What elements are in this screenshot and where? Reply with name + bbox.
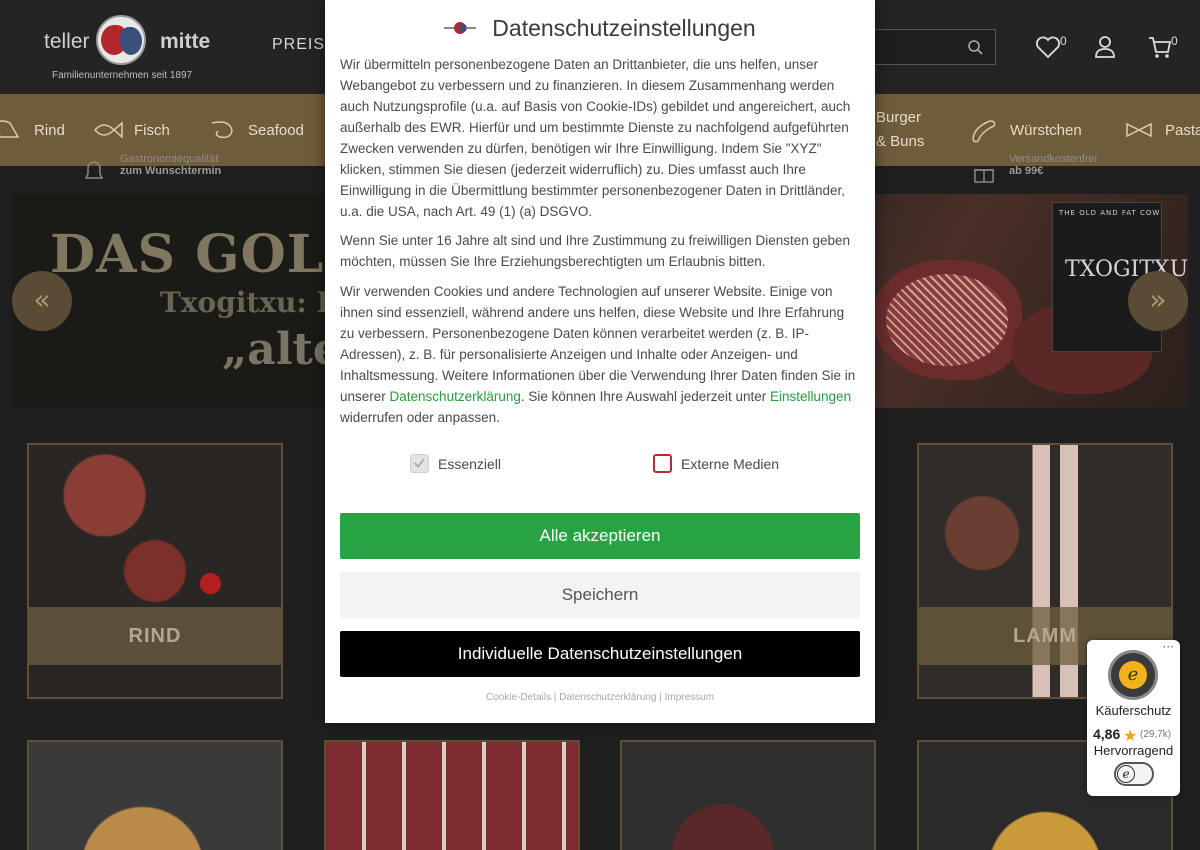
dialog-footer-links: Cookie-Details | Datenschutzerklärung | … xyxy=(325,692,875,703)
badge-score: 4,86 xyxy=(1093,726,1121,742)
dialog-header: Datenschutzeinstellungen xyxy=(325,12,875,44)
checkbox-external-media-box[interactable] xyxy=(653,454,672,473)
checkbox-external-media[interactable]: Externe Medien xyxy=(653,454,779,473)
trusted-shops-badge[interactable]: ··· e Käuferschutz 4,86 ★ (29,7k) Hervor… xyxy=(1087,640,1180,796)
privacy-settings-dialog: Datenschutzeinstellungen Wir übermitteln… xyxy=(325,0,875,723)
dialog-paragraph-3-text: . Sie können Ihre Auswahl jederzeit unte… xyxy=(520,389,771,404)
footer-separator: | xyxy=(659,692,662,703)
checkbox-essential-label: Essenziell xyxy=(438,455,502,472)
individual-settings-button[interactable]: Individuelle Datenschutzeinstellungen xyxy=(340,631,860,677)
dialog-paragraph-3-text: widerrufen oder anpassen. xyxy=(340,410,500,425)
badge-toggle[interactable]: e xyxy=(1114,762,1154,786)
check-icon xyxy=(413,458,425,468)
page: teller mitte Familienunternehmen seit 18… xyxy=(0,0,1200,850)
badge-review-count: (29,7k) xyxy=(1140,729,1172,740)
footer-privacy-link[interactable]: Datenschutzerklärung xyxy=(559,692,656,703)
dialog-paragraph-3: Wir verwenden Cookies und andere Technol… xyxy=(340,281,862,428)
dialog-title: Datenschutzeinstellungen xyxy=(492,14,756,41)
trusted-shops-e-icon: e xyxy=(1117,765,1135,783)
badge-menu-icon[interactable]: ··· xyxy=(1163,640,1174,654)
accept-all-button[interactable]: Alle akzeptieren xyxy=(340,513,860,559)
footer-separator: | xyxy=(553,692,557,703)
checkbox-essential-box[interactable] xyxy=(410,454,429,473)
badge-title: Käuferschutz xyxy=(1095,703,1172,718)
privacy-policy-link[interactable]: Datenschutzerklärung xyxy=(390,389,521,404)
shop-logo-icon xyxy=(444,22,477,34)
badge-grade: Hervorragend xyxy=(1093,743,1174,758)
checkbox-external-media-label: Externe Medien xyxy=(681,455,780,472)
dialog-paragraph-1: Wir übermitteln personenbezogene Daten a… xyxy=(340,57,851,219)
dialog-paragraph-2: Wenn Sie unter 16 Jahre alt sind und Ihr… xyxy=(340,233,851,269)
cookie-details-link[interactable]: Cookie-Details xyxy=(486,692,551,703)
checkbox-essential[interactable]: Essenziell xyxy=(410,454,501,473)
imprint-link[interactable]: Impressum xyxy=(665,692,714,703)
trusted-shops-seal-icon: e xyxy=(1108,650,1158,700)
dialog-paragraph-3-text: Wir verwenden Cookies und andere Technol… xyxy=(340,284,856,404)
settings-link[interactable]: Einstellungen xyxy=(770,389,851,404)
save-button[interactable]: Speichern xyxy=(340,572,860,618)
